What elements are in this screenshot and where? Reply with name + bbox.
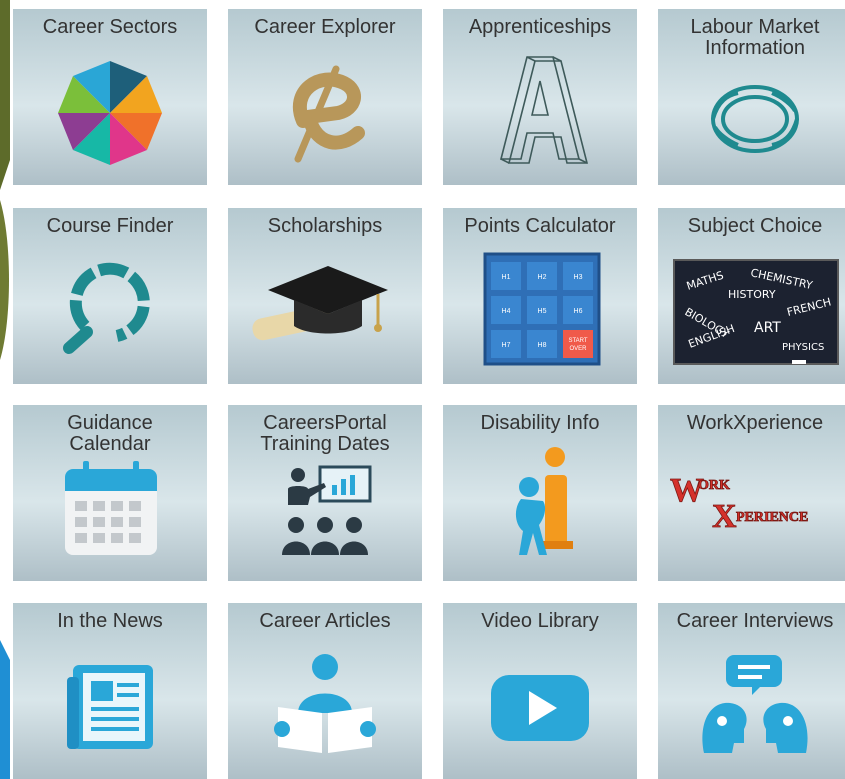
calc-key-h8: H8	[538, 342, 547, 349]
graduation-cap-icon	[252, 266, 388, 341]
subject-physics: PHYSICS	[782, 342, 824, 353]
presentation-icon	[282, 465, 372, 555]
tile-career-articles[interactable]: Career Articles	[228, 603, 422, 779]
calc-key-h4: H4	[502, 308, 511, 315]
workxperience-logo-icon: W ORK X PERIENCE	[670, 472, 809, 536]
tile-in-the-news[interactable]: In the News	[13, 603, 207, 779]
calc-key-h3: H3	[574, 274, 583, 281]
tile-points-calculator[interactable]: Points Calculator H1 H2 H3 H4 H5 H6 H7 H…	[443, 208, 637, 384]
tile-subject-choice[interactable]: Subject Choice MATHS CHEMISTRY HISTORY B…	[658, 208, 845, 384]
info-figure-icon	[515, 447, 573, 555]
newspaper-icon	[67, 665, 153, 749]
letter-e-icon	[292, 65, 365, 163]
calendar-icon	[65, 461, 157, 555]
tile-apprenticeships[interactable]: Apprenticeships	[443, 9, 637, 185]
tile-career-interviews[interactable]: Career Interviews	[658, 603, 845, 779]
subject-history: HISTORY	[728, 288, 776, 301]
magnifier-ring-icon	[63, 262, 150, 354]
tile-course-finder[interactable]: Course Finder	[13, 208, 207, 384]
letter-a-wireframe-icon	[499, 56, 589, 164]
tile-career-sectors[interactable]: Career Sectors	[13, 9, 207, 185]
play-button-icon	[491, 675, 589, 741]
tile-video-library[interactable]: Video Library	[443, 603, 637, 779]
logo-ork: ORK	[698, 478, 730, 493]
tile-guidance-calendar[interactable]: Guidance Calendar	[13, 405, 207, 581]
calc-key-h1: H1	[502, 274, 511, 281]
interview-icon	[702, 655, 808, 753]
calculator-grid-icon: H1 H2 H3 H4 H5 H6 H7 H8 START OVER	[483, 252, 601, 366]
tile-career-explorer[interactable]: Career Explorer	[228, 9, 422, 185]
calc-key-h5: H5	[538, 308, 547, 315]
color-wheel-icon	[58, 61, 162, 165]
reader-icon	[274, 654, 376, 753]
tile-scholarships[interactable]: Scholarships	[228, 208, 422, 384]
tile-training-dates[interactable]: CareersPortal Training Dates	[228, 405, 422, 581]
calc-key-h6: H6	[574, 308, 583, 315]
tile-labour-market[interactable]: Labour Market Information	[658, 9, 845, 185]
tile-grid: Career Sectors Career Explorer Apprentic…	[0, 0, 845, 779]
calc-key-h2: H2	[538, 274, 547, 281]
twisted-ring-icon	[711, 85, 799, 153]
logo-x: X	[712, 498, 737, 535]
chalkboard-icon: MATHS CHEMISTRY HISTORY BIOLOGY FRENCH E…	[673, 259, 839, 365]
tile-workxperience[interactable]: WorkXperience W ORK X PERIENCE	[658, 405, 845, 581]
subject-art: ART	[754, 320, 781, 336]
calc-key-h7: H7	[502, 342, 511, 349]
logo-perience: PERIENCE	[736, 510, 808, 525]
tile-disability-info[interactable]: Disability Info	[443, 405, 637, 581]
